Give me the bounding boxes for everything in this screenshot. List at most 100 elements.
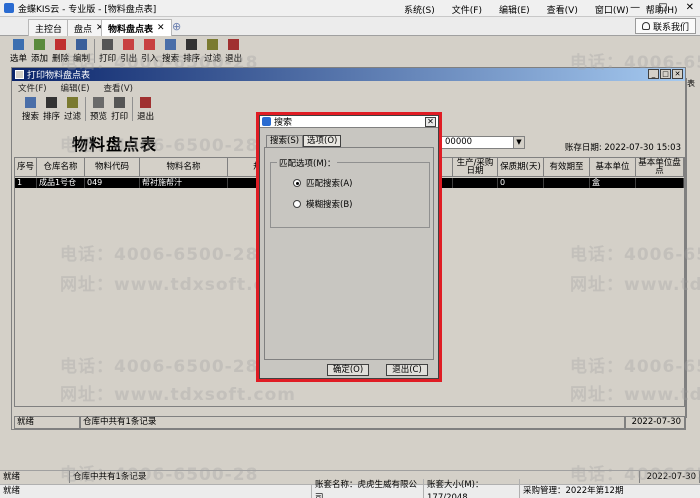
col-header[interactable]: 基本单位盘点 [636, 158, 684, 176]
inner-filter-button[interactable]: 过滤 [62, 95, 83, 122]
col-header[interactable]: 物料代码 [85, 158, 140, 176]
ok-button[interactable]: 确定(O) [327, 364, 369, 376]
inner-preview-button[interactable]: 预览 [88, 95, 109, 122]
dialog-tab-options[interactable]: 选项(O) [303, 135, 342, 147]
main-toolbar: 选单 添加 删除 编制 打印 引出 引入 搜索 排序 过滤 退出 [8, 37, 244, 65]
col-header[interactable]: 序号 [15, 158, 37, 176]
button-label: 删除 [52, 54, 70, 64]
inner-window-title: 打印物料盘点表 [27, 71, 91, 81]
col-header[interactable]: 基本单位 [590, 158, 636, 176]
window-controls: — □ ✕ [630, 2, 694, 13]
toolbar-separator [132, 97, 134, 121]
button-label: 过滤 [64, 112, 82, 122]
import-icon [144, 39, 156, 50]
exit-icon [140, 97, 152, 108]
edit-button[interactable]: 编制 [71, 37, 92, 64]
menu-edit[interactable]: 编辑(E) [499, 3, 530, 16]
col-header[interactable]: 仓库名称 [37, 158, 85, 176]
export-icon [123, 39, 135, 50]
search-icon [25, 97, 36, 108]
button-label: 退出 [225, 54, 243, 64]
minimize-button[interactable]: — [630, 2, 640, 13]
add-icon [34, 39, 46, 50]
col-header[interactable]: 有效期至 [544, 158, 590, 176]
delete-button[interactable]: 删除 [50, 37, 71, 64]
button-label: 过滤 [204, 54, 222, 64]
exit-button[interactable]: 退出 [223, 37, 244, 64]
toolbar-separator [85, 97, 87, 121]
button-label: 打印 [111, 112, 129, 122]
tab-label: 物料盘点表 [108, 24, 154, 35]
inner-minimize-button[interactable]: _ [648, 69, 659, 79]
status-records: 仓库中共有1条记录 [80, 416, 625, 429]
inner-menu-edit[interactable]: 编辑(E) [61, 82, 90, 94]
button-label: 编制 [73, 54, 91, 64]
col-header[interactable]: 生产/采购日期 [453, 158, 498, 176]
cell-unit: 盒 [590, 178, 636, 188]
cell-warehouse: 成品1号仓 [37, 178, 85, 188]
tab-material-stocktake[interactable]: 物料盘点表 ✕ [101, 19, 172, 36]
menu-window[interactable]: 窗口(W) [595, 3, 629, 16]
contact-us-button[interactable]: 联系我们 [634, 18, 696, 34]
inner-toolbar: 搜索 排序 过滤 预览 打印 退出 [20, 95, 156, 123]
exact-match-radio[interactable]: 匹配搜索(A) [293, 177, 352, 189]
radio-selected-icon [293, 179, 301, 187]
tab-console[interactable]: 主控台 [28, 19, 70, 36]
cell-expiry [544, 178, 590, 188]
status-ready: 就绪 [0, 471, 70, 483]
cell-code: 049 [85, 178, 140, 188]
inner-menu-view[interactable]: 查看(V) [104, 82, 133, 94]
print-icon [114, 97, 126, 108]
match-options-label: 匹配选项(M)： [277, 157, 338, 169]
inner-menu-file[interactable]: 文件(F) [18, 82, 47, 94]
import-button[interactable]: 引入 [139, 37, 160, 64]
sort-icon [186, 39, 198, 50]
export-button[interactable]: 引出 [118, 37, 139, 64]
radio-label: 匹配搜索(A) [306, 179, 353, 189]
add-tab-icon[interactable]: ⊕ [172, 20, 181, 33]
contact-label: 联系我们 [652, 22, 689, 33]
cell-count [636, 178, 684, 188]
print-button[interactable]: 打印 [97, 37, 118, 64]
button-label: 预览 [90, 112, 108, 122]
search-button[interactable]: 搜索 [160, 37, 181, 64]
inner-close-button[interactable]: ✕ [672, 69, 683, 79]
dialog-title: 搜索 [274, 118, 293, 128]
sort-button[interactable]: 排序 [181, 37, 202, 64]
sort-icon [46, 97, 58, 108]
dialog-options-panel: 匹配选项(M)： 匹配搜索(A) 模糊搜索(B) [264, 147, 434, 360]
inner-exit-button[interactable]: 退出 [135, 95, 156, 122]
cancel-button[interactable]: 退出(C) [386, 364, 428, 376]
button-label: 引入 [141, 54, 159, 64]
maximize-button[interactable]: □ [658, 2, 667, 13]
menu-system[interactable]: 系统(S) [404, 3, 435, 16]
inner-maximize-button[interactable]: □ [660, 69, 671, 79]
add-button[interactable]: 添加 [29, 37, 50, 64]
tab-close-icon[interactable]: ✕ [157, 23, 165, 33]
menu-file[interactable]: 文件(F) [452, 3, 482, 16]
chevron-down-icon[interactable]: ▼ [513, 137, 524, 148]
fuzzy-match-radio[interactable]: 模糊搜索(B) [293, 198, 352, 210]
col-header[interactable]: 物料名称 [140, 158, 228, 176]
inner-sort-button[interactable]: 排序 [41, 95, 62, 122]
status-date: 2022-07-30 [625, 416, 685, 429]
headset-icon [641, 22, 650, 30]
filter-button[interactable]: 过滤 [202, 37, 223, 64]
col-header[interactable]: 保质期(天) [498, 158, 544, 176]
menu-view[interactable]: 查看(V) [547, 3, 578, 16]
inner-search-button[interactable]: 搜索 [20, 95, 41, 122]
status-ready: 就绪 [14, 416, 80, 429]
button-label: 搜索 [22, 112, 40, 122]
inner-print-button[interactable]: 打印 [109, 95, 130, 122]
cell-shelf-life: 0 [498, 178, 544, 188]
select-list-button[interactable]: 选单 [8, 37, 29, 64]
warehouse-combo[interactable]: 00000 ▼ [440, 136, 525, 149]
close-button[interactable]: ✕ [686, 2, 694, 13]
filter-icon [207, 39, 219, 50]
inner-window-title-bar: 打印物料盘点表 _ □ ✕ [12, 68, 685, 81]
report-title: 物料盘点表 [72, 135, 158, 154]
dialog-app-icon [262, 117, 271, 126]
dialog-close-icon[interactable]: ✕ [425, 117, 436, 127]
dialog-tab-search[interactable]: 搜索(S) [266, 135, 304, 147]
select-list-icon [13, 39, 24, 50]
